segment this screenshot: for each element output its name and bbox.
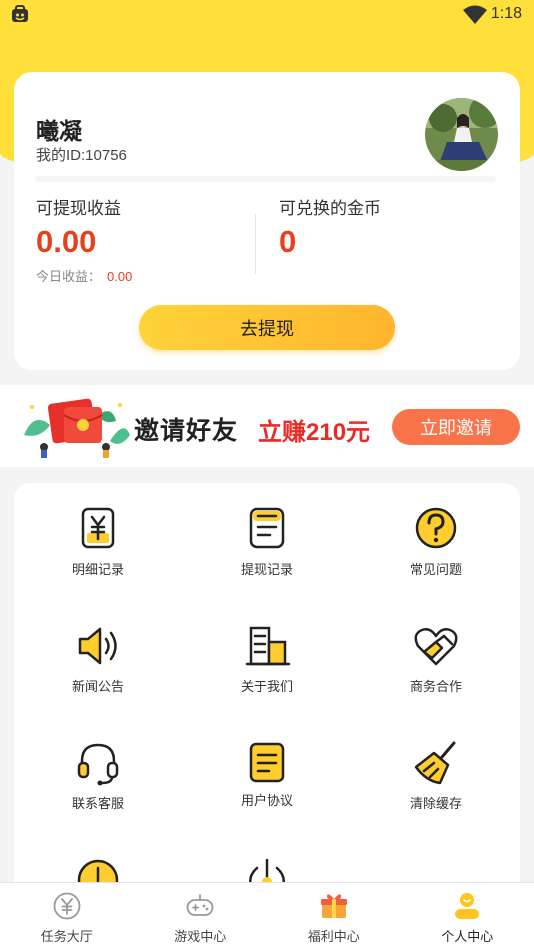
today-earnings: 今日收益： 0.00: [36, 266, 132, 285]
menu-label-customer-service: 联系客服: [71, 796, 124, 811]
menu-item-news[interactable]: 新闻公告: [28, 622, 168, 712]
gamepad-icon: [186, 894, 214, 916]
today-earnings-value: 0.00: [107, 269, 133, 284]
menu-label-about-us: 关于我们: [240, 679, 293, 694]
menu-label-withdraw-records: 提现记录: [240, 562, 293, 577]
withdrawable-label: 可提现收益: [36, 199, 121, 218]
menu-item-user-agreement[interactable]: 用户协议: [197, 739, 337, 829]
withdraw-record-icon: [249, 507, 285, 549]
question-icon: [415, 507, 457, 549]
bottom-tab-bar: 任务大厅 游戏中心 福利中心 个人中心: [0, 882, 534, 949]
menu-label-detail-records: 明细记录: [71, 562, 124, 577]
status-time: 1:18: [490, 5, 522, 22]
broom-icon: [414, 741, 456, 785]
tab-game-center[interactable]: 游戏中心: [134, 883, 268, 949]
person-icon: [455, 893, 480, 919]
user-id: 我的ID:10756: [36, 147, 127, 164]
invite-now-button[interactable]: 立即邀请: [392, 409, 520, 445]
gift-icon: [320, 894, 347, 918]
menu-label-clear-cache: 清除缓存: [409, 796, 462, 811]
invite-banner[interactable]: 邀请好友 立赚210元 立即邀请: [0, 385, 534, 467]
yuan-coin-icon: [53, 892, 81, 920]
menu-item-about-us[interactable]: 关于我们: [197, 622, 337, 712]
menu-label-faq: 常见问题: [409, 562, 462, 577]
menu-item-customer-service[interactable]: 联系客服: [28, 739, 168, 829]
menu-item-detail-records[interactable]: 明细记录: [28, 505, 168, 595]
coins-label: 可兑换的金币: [279, 199, 381, 218]
speaker-icon: [78, 627, 117, 665]
withdraw-button[interactable]: 去提现: [139, 305, 395, 350]
tab-label-personal-center: 个人中心: [441, 929, 494, 944]
building-icon: [245, 626, 291, 666]
coins-value: 0: [279, 224, 297, 259]
invite-title: 邀请好友: [134, 417, 239, 445]
handshake-icon: [414, 628, 458, 666]
withdrawable-value: 0.00: [36, 224, 97, 259]
wifi-icon: [463, 5, 487, 24]
stats-divider: [255, 214, 256, 274]
yuan-record-icon: [81, 507, 115, 549]
headset-icon: [77, 743, 119, 786]
username: 曦凝: [36, 118, 82, 144]
status-bar: 1:18: [0, 0, 534, 30]
tab-label-welfare-center: 福利中心: [307, 929, 360, 944]
avatar[interactable]: [425, 98, 498, 171]
red-envelope-icon: [24, 398, 130, 458]
menu-item-withdraw-records[interactable]: 提现记录: [197, 505, 337, 595]
tab-personal-center[interactable]: 个人中心: [401, 883, 534, 949]
menu-item-business-cooperation[interactable]: 商务合作: [366, 622, 506, 712]
app-notification-icon: [12, 5, 28, 22]
document-icon: [249, 742, 285, 783]
tab-label-game-center: 游戏中心: [174, 929, 227, 944]
profile-card: 曦凝 我的ID:10756 可提现收益 0.00 今日收益： 0.00 可兑换的金…: [14, 72, 520, 370]
menu-grid: 明细记录 提现记录 常见问题 新闻公告 关于我们 商务合作 联系客服 用户协议 …: [14, 483, 520, 903]
avatar-photo-icon: [425, 98, 498, 171]
card-divider: [34, 176, 496, 182]
invite-reward: 立赚210元: [258, 419, 371, 446]
menu-item-clear-cache[interactable]: 清除缓存: [366, 739, 506, 829]
menu-label-user-agreement: 用户协议: [240, 793, 293, 808]
menu-label-business-cooperation: 商务合作: [409, 679, 462, 694]
tab-task-hall[interactable]: 任务大厅: [0, 883, 134, 949]
tab-welfare-center[interactable]: 福利中心: [267, 883, 401, 949]
today-earnings-label: 今日收益：: [36, 269, 102, 284]
tab-label-task-hall: 任务大厅: [40, 929, 93, 944]
menu-item-faq[interactable]: 常见问题: [366, 505, 506, 595]
menu-label-news: 新闻公告: [71, 679, 124, 694]
